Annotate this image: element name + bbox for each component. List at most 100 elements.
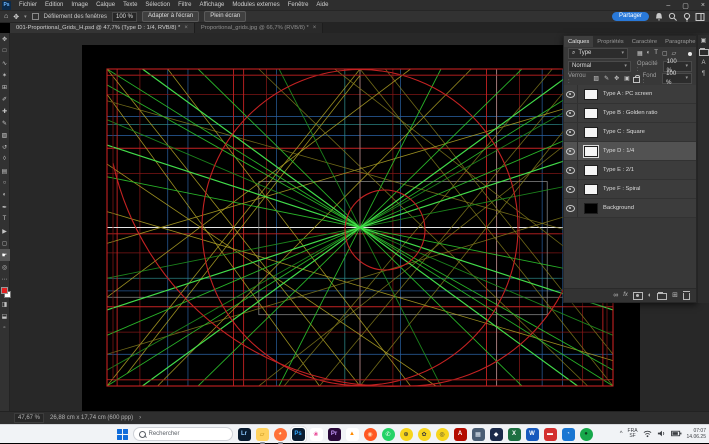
scroll-all-windows-checkbox[interactable] [32,13,39,20]
libraries-dock-icon[interactable] [699,47,709,56]
foreground-color-swatch[interactable] [1,287,8,294]
menu-item-affichage[interactable]: Affichage [195,2,228,8]
firefox-icon[interactable]: ◕ [274,428,287,441]
acrobat-icon[interactable]: A [454,428,467,441]
layer-thumbnail[interactable] [584,165,598,176]
tab-close-icon[interactable]: × [313,25,317,31]
app-dark-blue-icon[interactable]: ◆ [490,428,503,441]
app-red-icon[interactable]: ▬ [544,428,557,441]
type-tool[interactable]: T [0,213,10,225]
calculator-icon[interactable]: ▦ [472,428,485,441]
layer-thumbnail[interactable] [584,203,598,214]
layer-thumbnail[interactable] [584,184,598,195]
menu-item-filtre[interactable]: Filtre [174,2,195,8]
character-dock-icon[interactable]: A [699,58,709,67]
menu-item-aide[interactable]: Aide [312,2,332,8]
layer-filter-icon-5[interactable]: ▱ [672,50,677,57]
file-explorer-icon[interactable]: ▱ [256,428,269,441]
vlc-icon[interactable]: ▲ [346,428,359,441]
path-select-tool[interactable]: ▶ [0,225,10,237]
clone-stamp-tool[interactable]: ▨ [0,129,10,141]
lock-icon-1[interactable]: ▨ [593,75,599,82]
app-yellow-3-icon[interactable]: ◎ [436,428,449,441]
clock[interactable]: 07:0714.06.25 [687,428,706,440]
search-icon[interactable] [668,12,678,22]
share-button[interactable]: Partager [612,12,649,21]
visibility-cell[interactable] [564,142,578,160]
app-blue-icon[interactable]: ◔ [562,428,575,441]
healing-tool[interactable]: ✚ [0,105,10,117]
document-tab-1[interactable]: 001-Proportional_Grids_H.psd @ 47,7% (Ty… [10,23,195,33]
more-tools-icon[interactable]: ⋯ [0,273,10,285]
group-icon[interactable] [657,293,667,300]
layer-thumbnail[interactable] [584,146,598,157]
menu-item-texte[interactable]: Texte [119,2,141,8]
word-icon[interactable]: W [526,428,539,441]
workspace-icon[interactable]: ▫ [0,322,10,334]
gradient-tool[interactable]: ▤ [0,165,10,177]
hidden-icons-chevron[interactable]: ^ [620,431,623,437]
language-indicator[interactable]: FRASF [628,429,638,439]
layer-row[interactable]: Type E : 2/1 [564,161,696,180]
layer-filter-icon-4[interactable]: ▢ [662,50,668,57]
home-icon[interactable]: ⌂ [4,13,8,20]
excel-icon[interactable]: X [508,428,521,441]
fx-icon[interactable]: fx [623,289,628,302]
delete-icon[interactable] [683,293,690,300]
menu-item-modules-externes[interactable]: Modules externes [228,2,283,8]
layer-row[interactable]: Type A : PC screen [564,85,696,104]
brush-tool[interactable]: ✎ [0,117,10,129]
zoom-tool[interactable]: ◎ [0,261,10,273]
lock-icon-3[interactable]: ✥ [614,75,619,82]
eye-icon[interactable] [566,110,575,117]
volume-icon[interactable] [657,429,666,438]
workspace-layout-icon[interactable] [695,12,705,22]
filter-kind-select[interactable]: ⌕ Type ▾ [568,48,628,59]
paragraph-dock-icon[interactable]: ¶ [699,69,709,78]
premiere-icon[interactable]: Pr [328,428,341,441]
minimize-button[interactable]: – [666,2,670,9]
document-tab-2[interactable]: Proportional_grids.jpg @ 66,7% (RVB/8) *… [195,23,323,33]
taskbar-search[interactable]: Rechercher [133,427,233,441]
panel-tab-calques[interactable]: Calques [564,36,593,47]
eye-icon[interactable] [566,205,575,212]
visibility-cell[interactable] [564,180,578,198]
eye-icon[interactable] [566,167,575,174]
fullscreen-button[interactable]: Plein écran [204,11,246,22]
move-tool[interactable]: ✥ [0,33,10,45]
blend-mode-select[interactable]: Normal ▾ [568,61,631,72]
filter-toggle-pin[interactable] [688,52,692,56]
app-yellow-1-icon[interactable]: ⊛ [400,428,413,441]
layer-row[interactable]: Type D : 1/4 [564,142,696,161]
lock-all-icon[interactable] [633,77,640,83]
layer-thumbnail[interactable] [584,108,598,119]
screen-mode-icon[interactable]: ⬓ [0,310,10,322]
maximize-button[interactable]: ▢ [682,2,689,10]
lightbulb-icon[interactable] [682,12,692,22]
chevron-down-icon[interactable]: ▾ [24,14,27,20]
app-orange-swirl-icon[interactable]: ◉ [364,428,377,441]
photos-icon[interactable]: ❀ [310,428,323,441]
menu-item-sélection[interactable]: Sélection [141,2,174,8]
visibility-cell[interactable] [564,85,578,103]
zoom-percent-input[interactable]: 100 % [112,12,137,22]
layer-row[interactable]: Background [564,199,696,218]
app-green-icon[interactable]: ● [580,428,593,441]
pen-tool[interactable]: ✒ [0,201,10,213]
panel-tab-paragraphe[interactable]: Paragraphe [661,36,699,47]
layer-filter-icon-1[interactable]: ▦ [637,50,643,57]
crop-tool[interactable]: ⊞ [0,81,10,93]
visibility-cell[interactable] [564,123,578,141]
whatsapp-icon[interactable]: ✆ [382,428,395,441]
menu-item-edition[interactable]: Edition [41,2,67,8]
new-layer-icon[interactable]: ⊞ [672,289,678,302]
tab-close-icon[interactable]: × [184,25,188,31]
layer-filter-icon-3[interactable]: T [654,50,658,57]
battery-icon[interactable] [671,429,682,438]
layer-thumbnail[interactable] [584,89,598,100]
quick-mask-icon[interactable]: ◨ [0,298,10,310]
photoshop-icon[interactable]: Ps [292,428,305,441]
eyedropper-tool[interactable]: ✐ [0,93,10,105]
menu-item-fenêtre[interactable]: Fenêtre [284,2,313,8]
eye-icon[interactable] [566,129,575,136]
